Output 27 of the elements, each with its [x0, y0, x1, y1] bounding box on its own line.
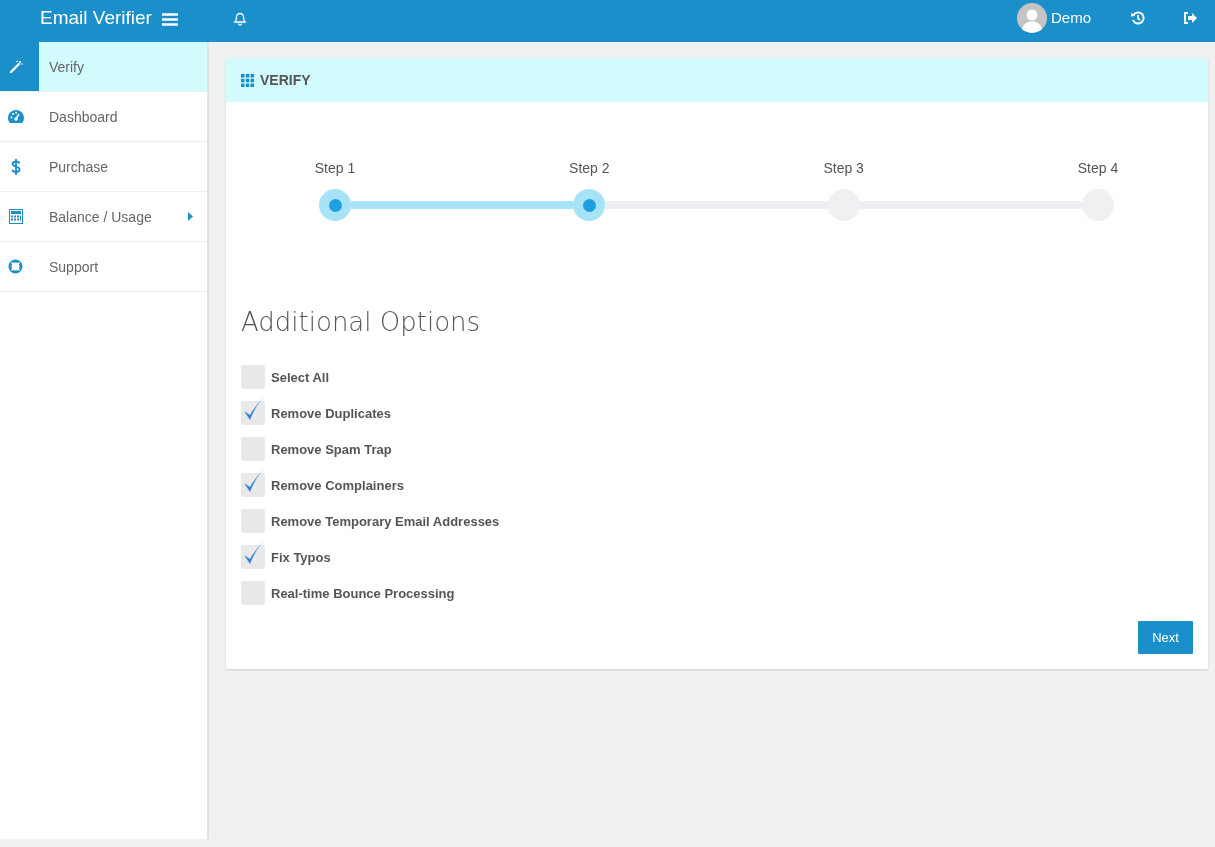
option-label[interactable]: Remove Complainers: [271, 477, 404, 493]
step-label: Step 1: [314, 160, 356, 176]
magic-wand-icon: [8, 59, 23, 74]
dollar-icon: [10, 158, 21, 175]
option-label[interactable]: Select All: [271, 369, 330, 385]
panel-title: VERIFY: [260, 72, 311, 88]
option-label[interactable]: Real-time Bounce Processing: [271, 585, 455, 601]
history-icon[interactable]: [1131, 10, 1145, 25]
calculator-icon: [8, 209, 23, 224]
option-label[interactable]: Fix Typos: [271, 549, 331, 565]
user-name[interactable]: Demo: [1051, 9, 1091, 26]
lifebuoy-icon: [8, 259, 23, 274]
option-label[interactable]: Remove Temporary Email Addresses: [271, 513, 500, 529]
menu-icon[interactable]: [161, 13, 178, 26]
step-label: Step 2: [569, 160, 610, 176]
sidebar-item[interactable]: Verify: [0, 42, 207, 92]
step-label: Step 3: [823, 160, 864, 176]
avatar-icon[interactable]: [1017, 2, 1047, 33]
logout-icon[interactable]: [1183, 11, 1197, 24]
grid-icon: [241, 73, 254, 87]
next-button[interactable]: Next: [1138, 621, 1193, 654]
gauge-icon: [7, 110, 24, 123]
option-label[interactable]: Remove Spam Trap: [271, 441, 392, 457]
app-title: Email Verifier: [40, 6, 152, 29]
step-label: Step 4: [1077, 160, 1119, 176]
section-heading: Additional Options: [241, 307, 482, 337]
option-label[interactable]: Remove Duplicates: [271, 405, 391, 421]
